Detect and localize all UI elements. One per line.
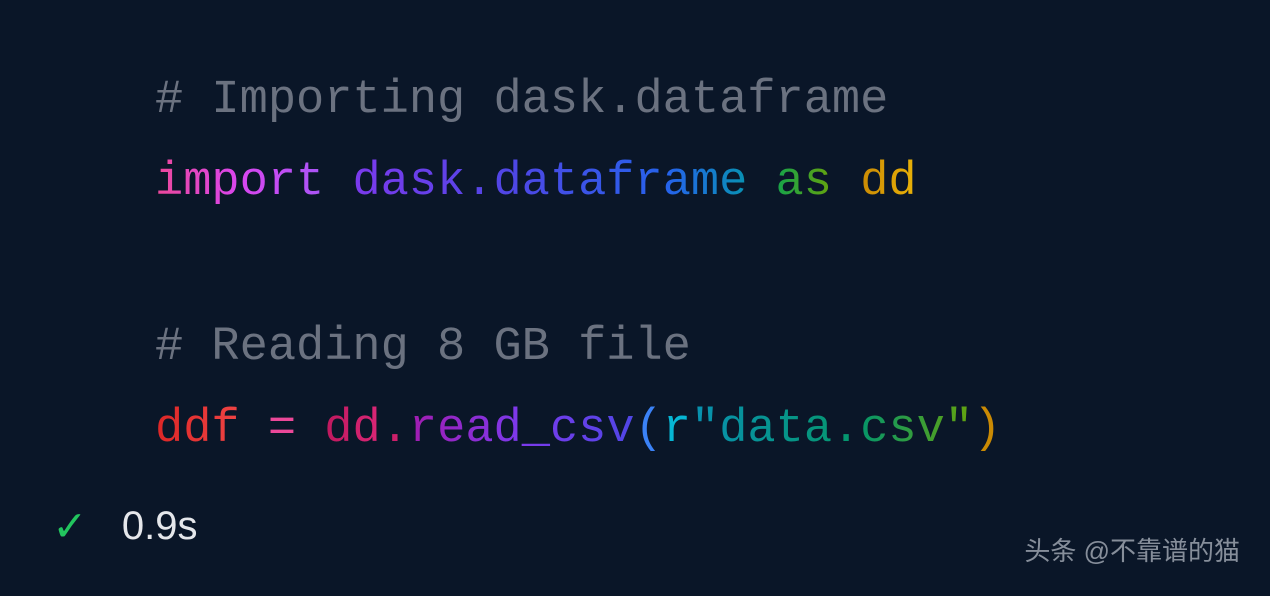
object-reference: dd [324, 403, 380, 456]
success-checkmark-icon: ✓ [55, 497, 84, 556]
code-line-assignment: ddf = dd.read_csv(r"data.csv") [155, 389, 1270, 471]
dot-operator: . [381, 403, 409, 456]
paren-open: ( [635, 403, 663, 456]
code-line-comment-1: # Importing dask.dataframe [155, 60, 1270, 142]
blank-line [155, 225, 1270, 307]
raw-prefix: r [663, 403, 691, 456]
import-keyword: import [155, 156, 324, 209]
string-literal: "data.csv" [691, 403, 973, 456]
code-block: # Importing dask.dataframe import dask.d… [0, 0, 1270, 471]
execution-status: ✓ 0.9s [55, 497, 198, 556]
comment-text: # Reading 8 GB file [155, 321, 691, 374]
code-line-import: import dask.dataframe as dd [155, 142, 1270, 224]
code-line-comment-2: # Reading 8 GB file [155, 307, 1270, 389]
variable-name: ddf [155, 403, 240, 456]
paren-close: ) [973, 403, 1001, 456]
module-name: dask.dataframe [352, 156, 747, 209]
comment-text: # Importing dask.dataframe [155, 74, 888, 127]
execution-time: 0.9s [122, 504, 198, 549]
alias-name: dd [860, 156, 916, 209]
equals-operator: = [268, 403, 296, 456]
as-keyword: as [776, 156, 832, 209]
method-name: read_csv [409, 403, 635, 456]
watermark-text: 头条 @不靠谱的猫 [1024, 531, 1240, 568]
